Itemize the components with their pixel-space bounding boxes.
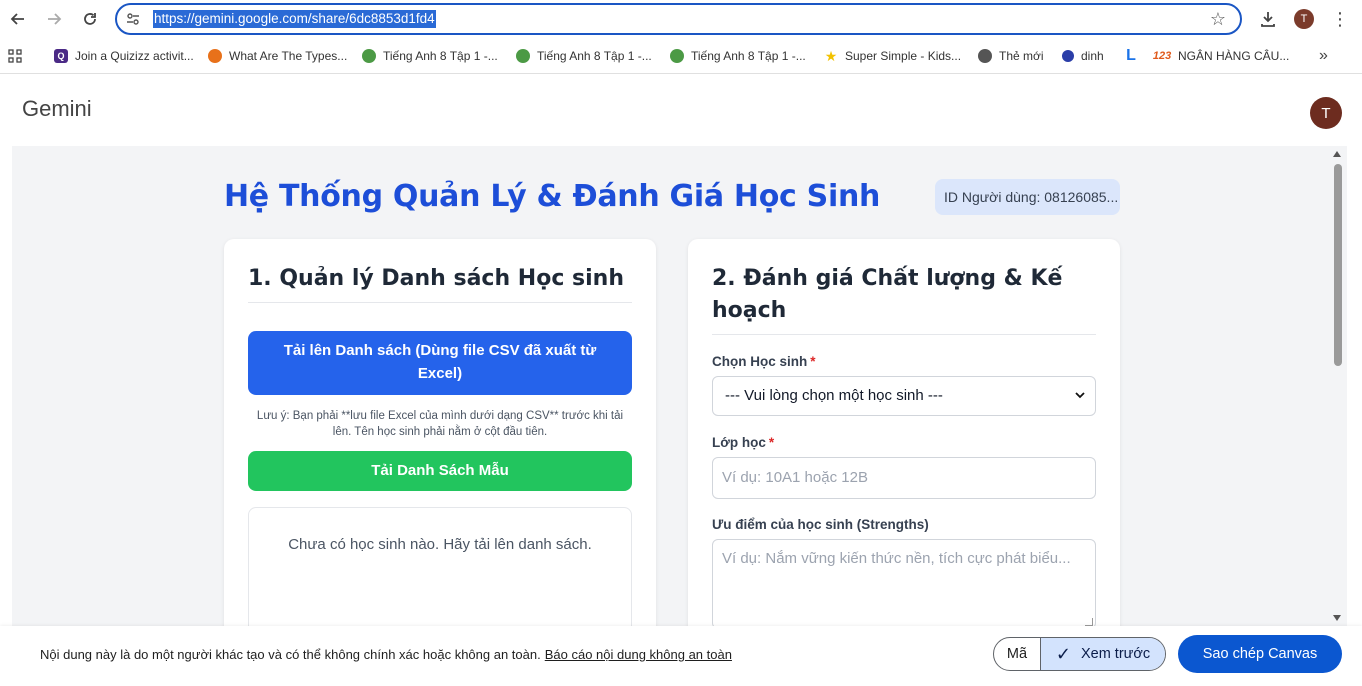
student-list: Chưa có học sinh nào. Hãy tải lên danh s… [248, 507, 632, 626]
orange-site-icon [208, 49, 222, 63]
required-marker: * [810, 354, 816, 369]
more-bookmarks-icon[interactable]: » [1319, 47, 1328, 64]
check-icon: ✓ [1055, 644, 1071, 664]
share-footer: Nội dung này là do một người khác tạo và… [0, 626, 1362, 686]
disclaimer: Nội dung này là do một người khác tạo và… [40, 647, 732, 662]
bookmark-item-l[interactable]: L [1124, 47, 1145, 64]
bookmarks-bar: Q Join a Quizizz activit... What Are The… [0, 38, 1362, 74]
chevron-down-icon [1075, 377, 1085, 430]
bookmark-item-the-moi[interactable]: Thẻ mới [978, 48, 1044, 64]
globe-green-icon [516, 49, 530, 63]
resize-handle[interactable] [1085, 618, 1093, 626]
canvas-preview: Hệ Thống Quản Lý & Đánh Giá Học Sinh ID … [12, 146, 1347, 626]
bookmark-item-quizizz[interactable]: Q Join a Quizizz activit... [54, 48, 194, 64]
strengths-textarea[interactable]: Ví dụ: Nắm vững kiến thức nền, tích cực … [712, 539, 1096, 626]
address-bar[interactable]: https://gemini.google.com/share/6dc8853d… [115, 3, 1242, 35]
view-toggle: Mã ✓ Xem trước [993, 637, 1166, 671]
bookmark-star-icon[interactable]: ☆ [1210, 9, 1226, 30]
profile-avatar: T [1294, 9, 1314, 29]
back-icon[interactable] [5, 6, 31, 32]
strengths-label: Ưu điểm của học sinh (Strengths) [712, 517, 929, 532]
empty-list-message: Chưa có học sinh nào. Hãy tải lên danh s… [288, 536, 592, 553]
num-123-icon: 123 [1152, 50, 1172, 62]
scrollbar-thumb[interactable] [1334, 164, 1342, 366]
download-icon[interactable] [1256, 6, 1280, 32]
quizizz-icon: Q [54, 49, 68, 63]
url-text[interactable]: https://gemini.google.com/share/6dc8853d… [153, 10, 436, 28]
profile-button[interactable]: T [1293, 6, 1315, 32]
bookmark-item-types[interactable]: What Are The Types... [208, 48, 347, 64]
l-blue-icon: L [1126, 47, 1136, 64]
reload-icon[interactable] [77, 6, 103, 32]
gemini-header: Gemini T [0, 75, 1362, 145]
evaluation-heading: 2. Đánh giá Chất lượng & Kế hoạch [712, 266, 1063, 323]
class-input[interactable]: Ví dụ: 10A1 hoặc 12B [712, 457, 1096, 499]
scroll-down-arrow[interactable] [1333, 615, 1341, 621]
required-marker: * [768, 435, 775, 450]
bookmark-item-tieng-anh-1[interactable]: Tiếng Anh 8 Tập 1 -... [362, 48, 498, 64]
scroll-up-arrow[interactable] [1333, 151, 1341, 157]
report-unsafe-link[interactable]: Báo cáo nội dung không an toàn [545, 647, 732, 662]
upload-list-button[interactable]: Tải lên Danh sách (Dùng file CSV đã xuất… [248, 331, 632, 395]
divider [712, 334, 1096, 335]
class-label: Lớp học * [712, 435, 775, 450]
download-template-button[interactable]: Tải Danh Sách Mẫu [248, 451, 632, 491]
bookmark-item-tieng-anh-3[interactable]: Tiếng Anh 8 Tập 1 -... [670, 48, 806, 64]
page-title: Hệ Thống Quản Lý & Đánh Giá Học Sinh [224, 179, 881, 214]
gemini-logo[interactable]: Gemini [22, 96, 92, 122]
apps-grid-icon[interactable] [8, 48, 22, 64]
student-list-card: 1. Quản lý Danh sách Học sinh Tải lên Da… [224, 239, 656, 626]
bookmark-item-dinh[interactable]: dinh [1062, 48, 1104, 64]
globe-green-icon [362, 49, 376, 63]
account-avatar[interactable]: T [1310, 97, 1342, 129]
browser-toolbar: https://gemini.google.com/share/6dc8853d… [0, 0, 1362, 38]
copy-canvas-button[interactable]: Sao chép Canvas [1178, 635, 1342, 673]
user-id-badge: ID Người dùng: 08126085... [935, 179, 1120, 215]
dinh-icon [1062, 50, 1074, 62]
upload-note: Lưu ý: Bạn phải **lưu file Excel của mìn… [256, 410, 624, 438]
evaluation-card: 2. Đánh giá Chất lượng & Kế hoạch Chọn H… [688, 239, 1120, 626]
code-tab[interactable]: Mã [994, 638, 1040, 670]
more-menu-icon[interactable]: ⋮ [1330, 6, 1350, 32]
globe-icon [978, 49, 992, 63]
bookmark-item-ngan-hang[interactable]: 123 NGÂN HÀNG CÂU... [1152, 48, 1290, 64]
bookmark-item-tieng-anh-2[interactable]: Tiếng Anh 8 Tập 1 -... [516, 48, 652, 64]
star-yellow-icon: ★ [824, 47, 838, 64]
student-list-heading: 1. Quản lý Danh sách Học sinh [248, 266, 624, 291]
globe-green-icon [670, 49, 684, 63]
bookmark-item-super-simple[interactable]: ★ Super Simple - Kids... [824, 48, 961, 64]
forward-icon[interactable] [41, 6, 67, 32]
preview-tab[interactable]: ✓ Xem trước [1040, 638, 1165, 670]
divider [248, 302, 632, 303]
site-settings-icon[interactable] [125, 11, 143, 27]
student-select[interactable]: --- Vui lòng chọn một học sinh --- [712, 376, 1096, 416]
student-select-label: Chọn Học sinh * [712, 354, 816, 369]
